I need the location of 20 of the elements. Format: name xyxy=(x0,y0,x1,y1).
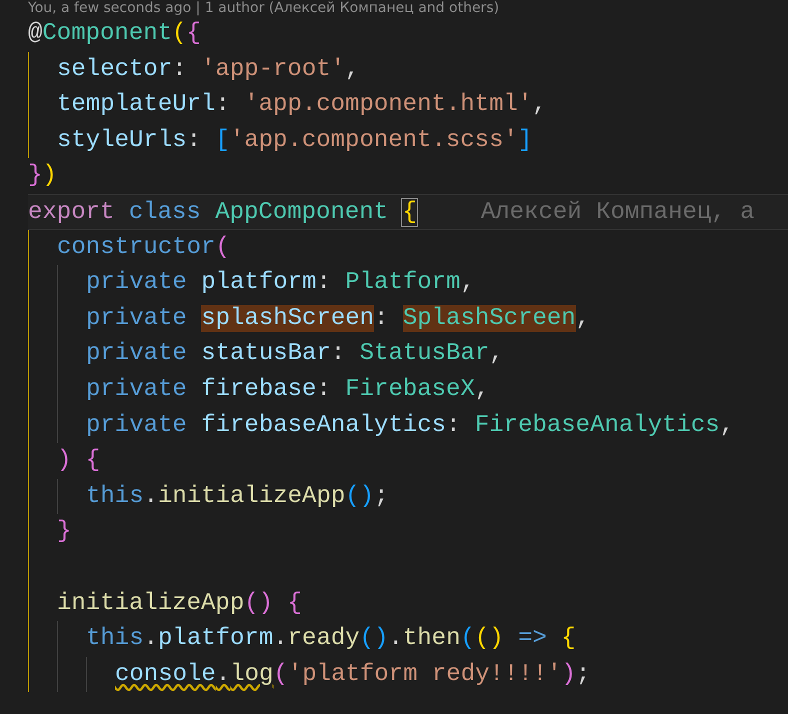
code-line: } xyxy=(57,517,72,548)
code-line: styleUrls: ['app.component.scss'] xyxy=(57,126,532,156)
code-line: templateUrl: 'app.component.html', xyxy=(57,90,547,120)
code-line: ) { xyxy=(57,446,100,476)
code-line: export class AppComponent { xyxy=(28,198,417,228)
code-line: }) xyxy=(28,161,57,192)
code-line: constructor( xyxy=(57,232,230,263)
code-line: private firebase: FirebaseX, xyxy=(86,374,490,405)
code-line: private firebaseAnalytics: FirebaseAnalytics, xyxy=(86,410,734,441)
code-line: console.log('platform redy!!!!'); xyxy=(115,660,590,690)
code-line: private platform: Platform, xyxy=(86,268,475,298)
code-line: this.platform.ready().then(() => { xyxy=(86,624,576,654)
blame-header: You, a few seconds ago | 1 author (Алексей Компанец and others) xyxy=(28,0,500,16)
blame-annotation: Алексей Компанец, а xyxy=(480,198,754,228)
code-line: private statusBar: StatusBar, xyxy=(86,339,504,370)
code-line: this.initializeApp(); xyxy=(86,482,388,512)
code-line: @Component({ xyxy=(28,19,201,49)
code-line: initializeApp() { xyxy=(57,588,302,618)
code-line: selector: 'app-root', xyxy=(57,54,360,85)
code-line: private splashScreen: SplashScreen, xyxy=(86,304,590,334)
